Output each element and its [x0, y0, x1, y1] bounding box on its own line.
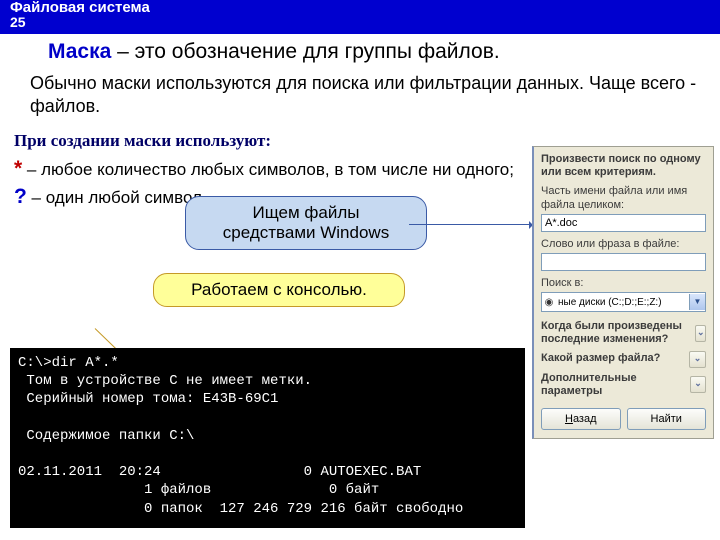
slide-number: 25 — [10, 15, 710, 30]
expander-size[interactable]: Какой размер файла? ⌄ — [541, 349, 706, 370]
phrase-input[interactable] — [541, 253, 706, 271]
lookin-select[interactable]: ◉ ные диски (C:;D:;E:;Z:) ▼ — [541, 292, 706, 312]
chevron-down-icon: ⌄ — [695, 325, 706, 342]
slide-title: Маска – это обозначение для группы файло… — [48, 40, 720, 64]
asterisk-text: – любое количество любых символов, в том… — [22, 160, 514, 179]
title-rest: – это обозначение для группы файлов. — [111, 40, 499, 63]
callout-windows-line2: средствами Windows — [206, 223, 406, 243]
asterisk-symbol: * — [14, 157, 22, 180]
chevron-down-icon[interactable]: ▼ — [689, 294, 705, 310]
question-symbol: ? — [14, 185, 27, 208]
header-title: Файловая система — [10, 0, 150, 16]
callout-windows-line1: Ищем файлы — [206, 203, 406, 223]
search-panel: Произвести поиск по одному или всем крит… — [532, 146, 714, 439]
intro-paragraph: Обычно маски используются для поиска или… — [30, 72, 704, 117]
find-button[interactable]: Найти — [627, 408, 707, 430]
expander-size-label: Какой размер файла? — [541, 352, 660, 365]
back-button[interactable]: Назад — [541, 408, 621, 430]
chevron-down-icon: ⌄ — [690, 376, 706, 393]
drive-icon: ◉ — [542, 297, 556, 308]
callout-arrow-to-panel — [409, 224, 529, 225]
phrase-label: Слово или фраза в файле: — [541, 238, 706, 251]
console-output: C:\>dir A*.* Том в устройстве C не имеет… — [10, 348, 525, 528]
chevron-down-icon: ⌄ — [689, 351, 706, 368]
header-bar: Файловая система 25 — [0, 0, 720, 34]
expander-date-label: Когда были произведены последние изменен… — [541, 320, 695, 346]
callout-windows-search: Ищем файлы средствами Windows — [185, 196, 427, 250]
callout-console: Работаем с консолью. — [153, 273, 405, 307]
filename-input[interactable] — [541, 214, 706, 232]
lookin-value: ные диски (C:;D:;E:;Z:) — [556, 297, 689, 308]
callout-console-text: Работаем с консолью. — [191, 280, 367, 299]
expander-params-label: Дополнительные параметры — [541, 372, 690, 398]
lookin-label: Поиск в: — [541, 277, 706, 290]
expander-date[interactable]: Когда были произведены последние изменен… — [541, 318, 706, 348]
expander-params[interactable]: Дополнительные параметры ⌄ — [541, 370, 706, 400]
search-group-title: Произвести поиск по одному или всем крит… — [541, 153, 706, 179]
title-strong: Маска — [48, 40, 111, 63]
filename-label: Часть имени файла или имя файла целиком: — [541, 185, 706, 211]
question-text: – один любой символ. — [27, 188, 207, 207]
